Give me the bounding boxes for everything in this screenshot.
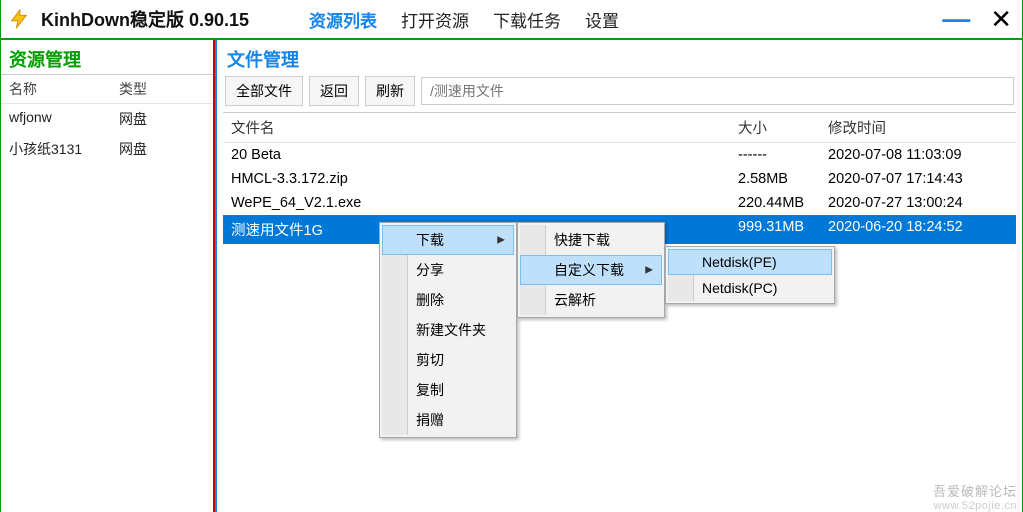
close-button[interactable]: ✕ bbox=[984, 6, 1018, 32]
menu-settings[interactable]: 设置 bbox=[585, 7, 619, 32]
watermark-text: 吾爱破解论坛 bbox=[933, 481, 1017, 500]
menu-open-resource[interactable]: 打开资源 bbox=[401, 7, 469, 32]
cell-size: ------ bbox=[738, 147, 828, 163]
menu-resource-list[interactable]: 资源列表 bbox=[309, 7, 377, 32]
table-row[interactable]: 20 Beta ------ 2020-07-08 11:03:09 bbox=[223, 143, 1016, 167]
cell-name: WePE_64_V2.1.exe bbox=[231, 195, 738, 211]
cell-date: 2020-07-08 11:03:09 bbox=[828, 147, 1008, 163]
app-icon bbox=[5, 5, 33, 33]
col-date[interactable]: 修改时间 bbox=[828, 117, 1008, 138]
table-row[interactable]: WePE_64_V2.1.exe 220.44MB 2020-07-27 13:… bbox=[223, 191, 1016, 215]
watermark-url: www.52pojie.cn bbox=[934, 500, 1017, 512]
sidebar-row-name: 小孩纸3131 bbox=[9, 139, 119, 159]
ctx-item-label: 下载 bbox=[416, 232, 444, 248]
sidebar-row-name: wfjonw bbox=[9, 109, 119, 129]
cell-date: 2020-06-20 18:24:52 bbox=[828, 219, 1008, 240]
ctx-share[interactable]: 分享 bbox=[382, 255, 514, 285]
sidebar-row-type: 网盘 bbox=[119, 109, 147, 129]
ctx-custom-download[interactable]: 自定义下载 ▶ bbox=[520, 255, 662, 285]
ctx-copy[interactable]: 复制 bbox=[382, 375, 514, 405]
path-input[interactable] bbox=[421, 77, 1014, 105]
sidebar-row-type: 网盘 bbox=[119, 139, 147, 159]
back-button[interactable]: 返回 bbox=[309, 76, 359, 106]
chevron-right-icon: ▶ bbox=[497, 235, 505, 246]
toolbar: 全部文件 返回 刷新 bbox=[217, 76, 1022, 112]
ctx-download[interactable]: 下载 ▶ bbox=[382, 225, 514, 255]
sidebar-title: 资源管理 bbox=[1, 40, 213, 75]
file-table-header: 文件名 大小 修改时间 bbox=[223, 113, 1016, 143]
ctx-delete[interactable]: 删除 bbox=[382, 285, 514, 315]
ctx-netdisk-pe[interactable]: Netdisk(PE) bbox=[668, 249, 832, 275]
all-files-button[interactable]: 全部文件 bbox=[225, 76, 303, 106]
main-title: 文件管理 bbox=[217, 40, 1022, 76]
context-submenu-custom: Netdisk(PE) Netdisk(PC) bbox=[665, 246, 835, 304]
sidebar-columns: 名称 类型 bbox=[1, 75, 213, 104]
top-menu: 资源列表 打开资源 下载任务 设置 bbox=[309, 7, 619, 32]
table-row[interactable]: HMCL-3.3.172.zip 2.58MB 2020-07-07 17:14… bbox=[223, 167, 1016, 191]
ctx-donate[interactable]: 捐赠 bbox=[382, 405, 514, 435]
ctx-new-folder[interactable]: 新建文件夹 bbox=[382, 315, 514, 345]
sidebar-row[interactable]: 小孩纸3131 网盘 bbox=[1, 134, 213, 164]
cell-name: 20 Beta bbox=[231, 147, 738, 163]
cell-size: 999.31MB bbox=[738, 219, 828, 240]
context-menu: 下载 ▶ 分享 删除 新建文件夹 剪切 复制 捐赠 bbox=[379, 222, 517, 438]
minimize-button[interactable]: — bbox=[936, 5, 976, 33]
titlebar: KinhDown稳定版 0.90.15 资源列表 打开资源 下载任务 设置 — … bbox=[1, 0, 1022, 40]
cell-date: 2020-07-27 13:00:24 bbox=[828, 195, 1008, 211]
context-submenu-download: 快捷下载 自定义下载 ▶ 云解析 bbox=[517, 222, 665, 318]
sidebar-col-name: 名称 bbox=[9, 79, 119, 99]
sidebar-row[interactable]: wfjonw 网盘 bbox=[1, 104, 213, 134]
cell-size: 2.58MB bbox=[738, 171, 828, 187]
ctx-item-label: 自定义下载 bbox=[554, 262, 624, 278]
chevron-right-icon: ▶ bbox=[645, 265, 653, 276]
ctx-netdisk-pc[interactable]: Netdisk(PC) bbox=[668, 275, 832, 301]
cell-name: HMCL-3.3.172.zip bbox=[231, 171, 738, 187]
sidebar: 资源管理 名称 类型 wfjonw 网盘 小孩纸3131 网盘 bbox=[1, 40, 215, 512]
cell-size: 220.44MB bbox=[738, 195, 828, 211]
refresh-button[interactable]: 刷新 bbox=[365, 76, 415, 106]
menu-download-tasks[interactable]: 下载任务 bbox=[493, 7, 561, 32]
col-size[interactable]: 大小 bbox=[738, 117, 828, 138]
ctx-cloud-parse[interactable]: 云解析 bbox=[520, 285, 662, 315]
ctx-cut[interactable]: 剪切 bbox=[382, 345, 514, 375]
sidebar-col-type: 类型 bbox=[119, 79, 147, 99]
ctx-quick-download[interactable]: 快捷下载 bbox=[520, 225, 662, 255]
col-filename[interactable]: 文件名 bbox=[231, 117, 738, 138]
cell-date: 2020-07-07 17:14:43 bbox=[828, 171, 1008, 187]
app-title: KinhDown稳定版 0.90.15 bbox=[41, 6, 249, 32]
